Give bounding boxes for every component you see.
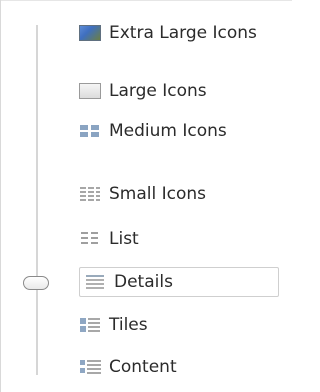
list-view-icon (79, 231, 101, 247)
view-options-panel: Extra Large Icons Large Icons Medium Ico… (0, 0, 292, 392)
extra-large-icons-icon (79, 25, 101, 41)
view-option-label: Content (109, 357, 177, 377)
view-option-small-icons[interactable]: Small Icons (79, 179, 206, 209)
view-option-details[interactable]: Details (79, 267, 279, 297)
details-view-icon (84, 274, 106, 290)
view-option-label: Medium Icons (109, 121, 227, 141)
view-option-label: Details (114, 272, 173, 292)
tiles-view-icon (79, 317, 101, 333)
view-option-label: Large Icons (109, 81, 207, 101)
view-option-list[interactable]: List (79, 224, 139, 254)
view-option-label: Extra Large Icons (109, 23, 257, 43)
view-size-slider-thumb[interactable] (23, 276, 49, 290)
view-size-slider-track[interactable] (36, 25, 38, 375)
content-view-icon (79, 359, 101, 375)
view-option-label: Small Icons (109, 184, 207, 204)
view-option-extra-large-icons[interactable]: Extra Large Icons (79, 18, 257, 48)
large-icons-icon (79, 83, 101, 99)
view-option-large-icons[interactable]: Large Icons (79, 76, 207, 106)
view-option-content[interactable]: Content (79, 352, 177, 382)
small-icons-icon (79, 186, 101, 202)
medium-icons-icon (79, 123, 101, 139)
view-option-label: Tiles (109, 315, 148, 335)
view-option-label: List (109, 229, 139, 249)
view-option-tiles[interactable]: Tiles (79, 310, 148, 340)
view-option-medium-icons[interactable]: Medium Icons (79, 116, 227, 146)
